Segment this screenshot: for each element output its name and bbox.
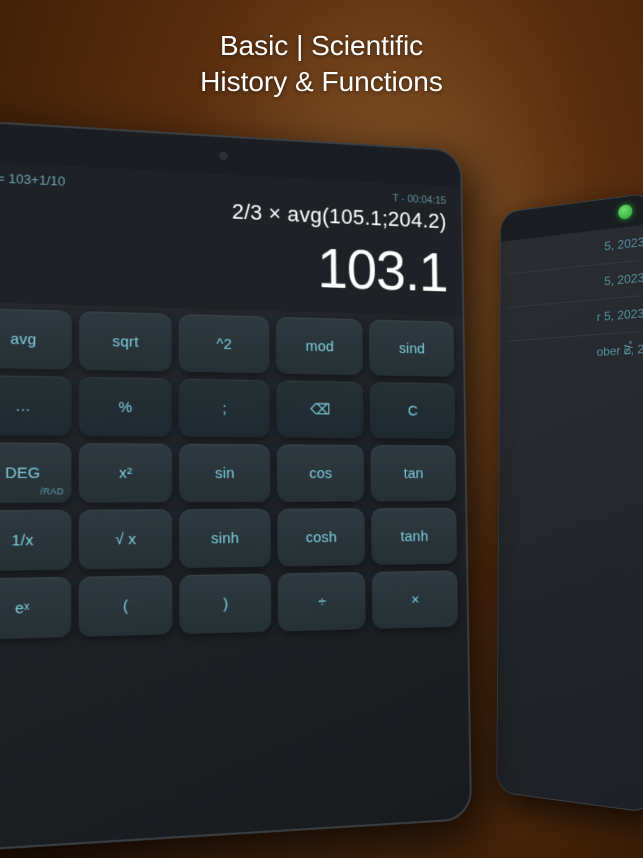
btn-mod[interactable]: mod [276,317,364,375]
title-line2: History & Functions [0,64,643,100]
title-area: Basic | Scientific History & Functions [0,28,643,101]
btn-clear[interactable]: C [370,382,455,439]
btn-x2[interactable]: x² [78,443,172,502]
btn-sqrt-x[interactable]: √ x [78,509,172,569]
btn-multiply[interactable]: × [372,570,458,628]
btn-power2[interactable]: ^2 [179,314,269,373]
btn-close-paren[interactable]: ) [180,574,271,635]
btn-tanh[interactable]: tanh [371,508,457,565]
button-grid: avg sqrt ^2 mod sind … % ; ⌫ C DEG /RAD … [0,302,467,647]
btn-sinh[interactable]: sinh [179,509,270,568]
display-timer: T - 00:04:15 [392,192,446,206]
btn-sqrt[interactable]: sqrt [78,311,171,372]
btn-delete[interactable]: ⌫ [276,380,364,438]
btn-avg[interactable]: avg [0,308,71,370]
btn-sind[interactable]: sind [369,319,454,376]
right-edge-label: °/o [621,340,635,355]
btn-ex[interactable]: eˣ [0,577,71,640]
btn-ellipsis[interactable]: … [0,375,71,436]
btn-sin[interactable]: sin [179,444,270,502]
btn-percent[interactable]: % [78,377,172,437]
btn-semicolon[interactable]: ; [179,379,270,438]
divider-2 [508,295,643,308]
display-memory: Q = 103+1/10 [0,169,65,188]
tablet-main: Γ Q = 103+1/10 T - 00:04:15 2/3 × avg(10… [0,120,472,852]
btn-divide[interactable]: ÷ [277,572,366,632]
date-item-2: 5, 2023 [508,270,643,297]
title-line1: Basic | Scientific [0,28,643,64]
btn-cos[interactable]: cos [277,444,365,501]
btn-cosh[interactable]: cosh [277,508,365,566]
tablet-secondary: 5, 2023 5, 2023 r 5, 2023 ober 2, 2 [496,192,643,813]
status-indicator [618,204,632,220]
camera-dot [219,152,227,160]
btn-deg-rad[interactable]: DEG /RAD [0,442,71,502]
btn-reciprocal[interactable]: 1/x [0,510,71,571]
date-item-3: r 5, 2023 [508,306,643,331]
btn-open-paren[interactable]: ( [78,575,173,637]
btn-tan[interactable]: tan [371,445,456,501]
display-area: Q = 103+1/10 T - 00:04:15 2/3 × avg(105.… [0,160,462,316]
date-item-1: 5, 2023 [508,235,643,264]
